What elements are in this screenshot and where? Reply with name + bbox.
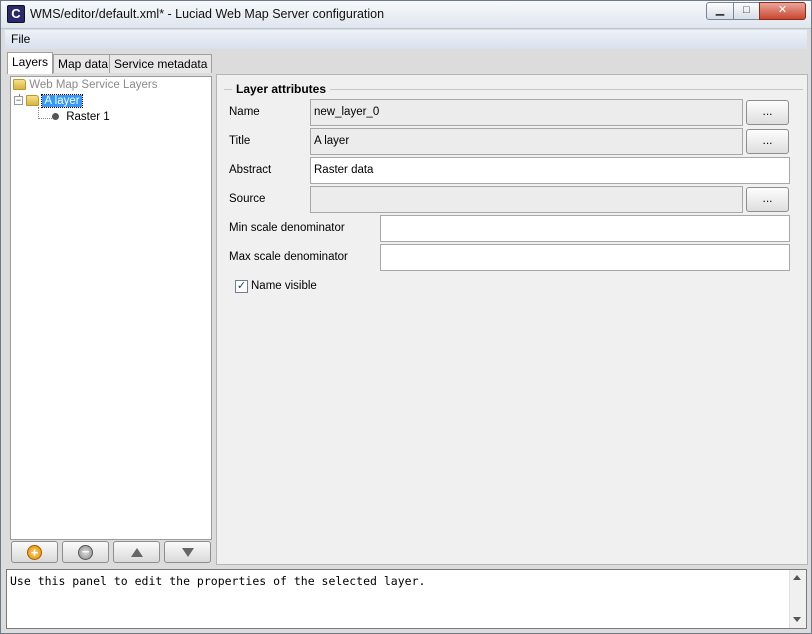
- main-window: C WMS/editor/default.xml* - Luciad Web M…: [0, 0, 812, 634]
- add-icon: +: [27, 545, 42, 560]
- abstract-label: Abstract: [229, 164, 272, 176]
- info-panel: Use this panel to edit the properties of…: [6, 569, 807, 629]
- tree-root-label: Web Map Service Layers: [29, 79, 158, 91]
- tab-layers[interactable]: Layers: [7, 52, 54, 74]
- info-text: Use this panel to edit the properties of…: [10, 574, 426, 588]
- name-field[interactable]: new_layer_0: [310, 99, 743, 126]
- source-field[interactable]: [310, 186, 743, 213]
- menu-file[interactable]: File: [11, 32, 30, 46]
- move-up-button[interactable]: [113, 541, 160, 563]
- scroll-up-icon[interactable]: [793, 575, 801, 580]
- title-browse-button[interactable]: ...: [746, 129, 789, 154]
- source-browse-button[interactable]: ...: [746, 187, 789, 212]
- name-browse-button[interactable]: ...: [746, 100, 789, 125]
- menu-bar: File: [5, 30, 807, 49]
- minimize-button[interactable]: ▁: [706, 2, 734, 20]
- min-scale-label: Min scale denominator: [229, 222, 345, 234]
- window-title: WMS/editor/default.xml* - Luciad Web Map…: [30, 7, 385, 21]
- tree-item-raster[interactable]: Raster 1: [52, 111, 110, 123]
- group-title: Layer attributes: [232, 82, 331, 96]
- title-bar[interactable]: C WMS/editor/default.xml* - Luciad Web M…: [1, 1, 811, 29]
- title-label: Title: [229, 135, 251, 147]
- name-label: Name: [229, 106, 260, 118]
- scroll-down-icon[interactable]: [793, 617, 801, 622]
- tree-root[interactable]: Web Map Service Layers: [13, 79, 157, 91]
- tab-map-data[interactable]: Map data: [53, 54, 114, 73]
- tab-service-metadata[interactable]: Service metadata: [109, 54, 213, 73]
- layer-tree[interactable]: Web Map Service Layers − A layer Raster …: [10, 76, 212, 540]
- min-scale-field[interactable]: [380, 215, 790, 242]
- name-visible-checkbox[interactable]: ✓: [235, 280, 248, 293]
- tree-toolbar: + −: [10, 541, 212, 564]
- max-scale-label: Max scale denominator: [229, 251, 348, 263]
- folder-icon: [26, 95, 40, 107]
- name-visible-label[interactable]: Name visible: [251, 280, 317, 292]
- tree-item-layer-label[interactable]: A layer: [41, 94, 83, 108]
- collapse-icon[interactable]: −: [14, 96, 23, 106]
- abstract-field[interactable]: Raster data: [310, 157, 790, 184]
- maximize-button[interactable]: □: [733, 2, 760, 20]
- max-scale-field[interactable]: [380, 244, 790, 271]
- remove-icon: −: [78, 545, 93, 560]
- app-icon: C: [7, 5, 25, 23]
- title-field[interactable]: A layer: [310, 128, 743, 155]
- arrow-up-icon: [130, 548, 143, 557]
- remove-layer-button[interactable]: −: [62, 541, 109, 563]
- tree-item-raster-label: Raster 1: [66, 111, 110, 123]
- folder-icon: [13, 79, 26, 91]
- info-scrollbar[interactable]: [789, 570, 806, 628]
- close-button[interactable]: ✕: [759, 2, 806, 20]
- raster-node-icon: [52, 113, 59, 121]
- move-down-button[interactable]: [164, 541, 211, 563]
- source-label: Source: [229, 193, 266, 205]
- tree-item-layer[interactable]: − A layer: [14, 94, 83, 108]
- arrow-down-icon: [181, 548, 194, 557]
- add-layer-button[interactable]: +: [11, 541, 58, 563]
